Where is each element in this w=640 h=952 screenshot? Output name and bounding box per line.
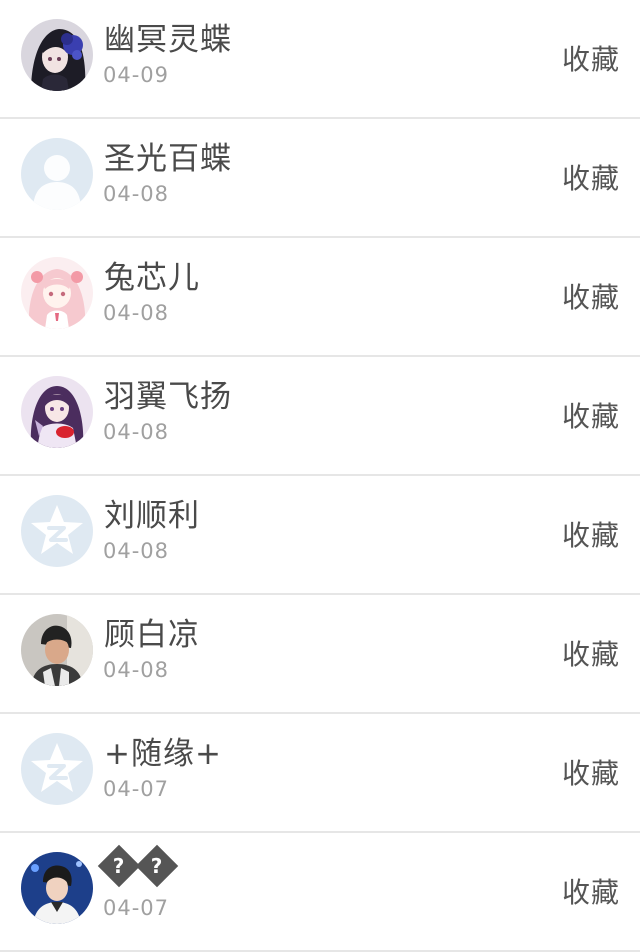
date-label: 04-08 <box>103 182 170 206</box>
collect-button[interactable]: 收藏 <box>562 157 620 197</box>
list-item[interactable]: 刘顺利 04-08 收藏 <box>0 476 640 595</box>
list-item[interactable]: 顾白凉 04-08 收藏 <box>0 595 640 714</box>
date-label: 04-07 <box>103 777 170 801</box>
collect-button[interactable]: 收藏 <box>562 395 620 435</box>
list-item[interactable]: 羽翼飞扬 04-08 收藏 <box>0 357 640 476</box>
avatar[interactable] <box>21 376 93 448</box>
date-label: 04-09 <box>103 63 170 87</box>
unknown-glyph-icon: ? <box>97 844 141 888</box>
user-name: 圣光百蝶 <box>104 141 232 177</box>
user-name: 幽冥灵蝶 <box>104 22 232 58</box>
user-name: +随缘+ <box>104 736 222 772</box>
user-name: ?? <box>97 844 180 888</box>
avatar[interactable] <box>21 257 93 329</box>
avatar[interactable] <box>21 852 93 924</box>
list-item[interactable]: 幽冥灵蝶 04-09 收藏 <box>0 0 640 119</box>
list-item[interactable]: 兔芯儿 04-08 收藏 <box>0 238 640 357</box>
collect-button[interactable]: 收藏 <box>562 514 620 554</box>
date-label: 04-07 <box>103 896 170 920</box>
date-label: 04-08 <box>103 301 170 325</box>
date-label: 04-08 <box>103 420 170 444</box>
avatar[interactable] <box>21 733 93 805</box>
user-name: 刘顺利 <box>104 498 200 534</box>
list-item[interactable]: +随缘+ 04-07 收藏 <box>0 714 640 833</box>
collect-button[interactable]: 收藏 <box>562 633 620 673</box>
avatar[interactable] <box>21 19 93 91</box>
collect-button[interactable]: 收藏 <box>562 752 620 792</box>
user-name: 顾白凉 <box>104 617 200 653</box>
favorites-list: 幽冥灵蝶 04-09 收藏 圣光百蝶 04-08 收藏 兔芯儿 04-08 收藏… <box>0 0 640 952</box>
unknown-glyph-icon: ? <box>135 844 179 888</box>
avatar[interactable] <box>21 138 93 210</box>
avatar[interactable] <box>21 495 93 567</box>
avatar[interactable] <box>21 614 93 686</box>
date-label: 04-08 <box>103 539 170 563</box>
list-item[interactable]: 圣光百蝶 04-08 收藏 <box>0 119 640 238</box>
collect-button[interactable]: 收藏 <box>562 38 620 78</box>
collect-button[interactable]: 收藏 <box>562 871 620 911</box>
date-label: 04-08 <box>103 658 170 682</box>
list-item[interactable]: ?? 04-07 收藏 <box>0 833 640 952</box>
collect-button[interactable]: 收藏 <box>562 276 620 316</box>
user-name: 羽翼飞扬 <box>104 379 232 415</box>
user-name: 兔芯儿 <box>104 260 200 296</box>
